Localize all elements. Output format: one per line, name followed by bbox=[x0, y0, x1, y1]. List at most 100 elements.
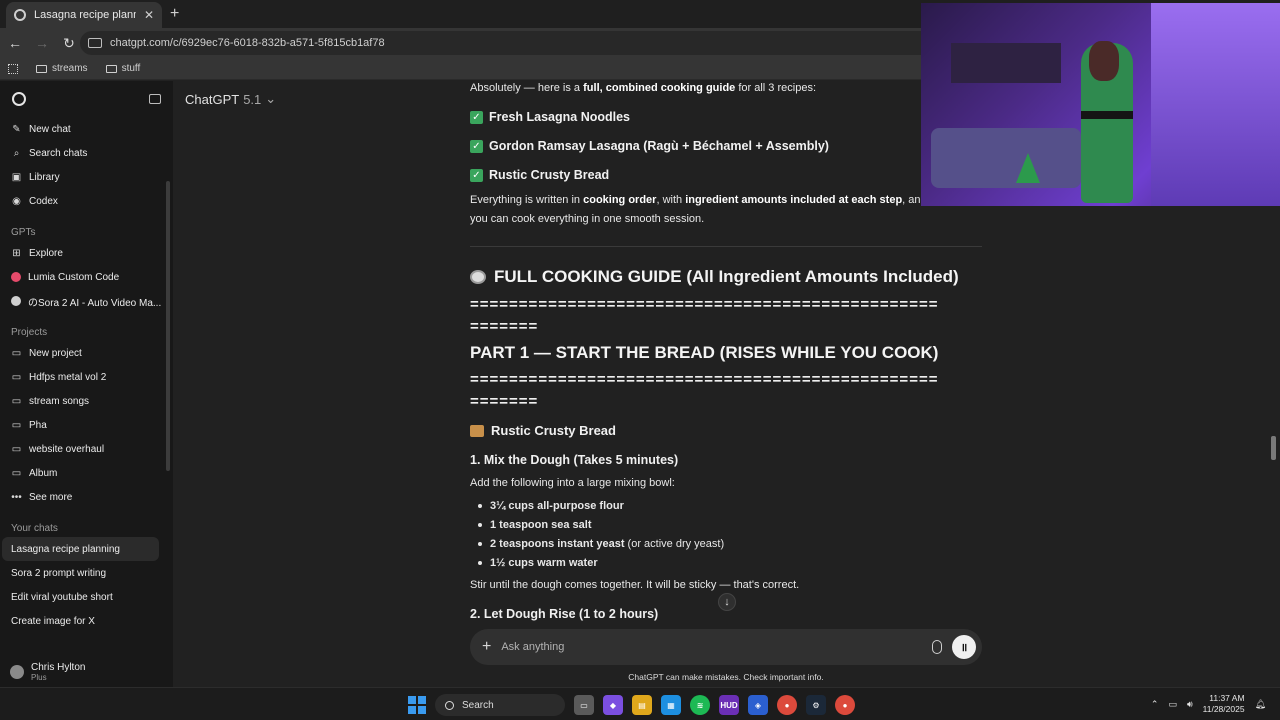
apps-grid-icon[interactable] bbox=[8, 63, 18, 74]
chat-scrollbar-thumb[interactable] bbox=[1271, 436, 1276, 460]
copilot-icon[interactable]: ◆ bbox=[603, 695, 623, 715]
sidebar-scrollbar[interactable] bbox=[166, 181, 170, 471]
codex-icon: ◉ bbox=[12, 195, 21, 207]
chrome-active-icon[interactable]: ● bbox=[835, 695, 855, 715]
step1-intro: Add the following into a large mixing bo… bbox=[470, 477, 675, 489]
forward-icon[interactable]: → bbox=[30, 35, 54, 51]
written-paragraph: Everything is written in cooking order, … bbox=[470, 191, 948, 229]
site-info-icon[interactable] bbox=[88, 38, 102, 48]
steam-icon[interactable]: ⚙ bbox=[806, 695, 826, 715]
notepad-icon[interactable]: ▦ bbox=[661, 695, 681, 715]
sidebar-item-project[interactable]: ▭ Album bbox=[0, 461, 173, 485]
sidebar-item-new-project[interactable]: ▭ New project bbox=[0, 341, 173, 365]
sidebar-item-library[interactable]: ▣ Library bbox=[0, 165, 173, 189]
check-mark-icon: ✓ bbox=[470, 168, 483, 182]
sidebar-item-label: Lasagna recipe planning bbox=[11, 543, 120, 555]
folder-icon: ▭ bbox=[11, 467, 22, 479]
hud-app-icon[interactable]: HUD bbox=[719, 695, 739, 715]
sidebar-item-label: New chat bbox=[29, 123, 71, 135]
sidebar-item-new-chat[interactable]: ✎ New chat bbox=[0, 117, 173, 141]
equals-line: ========================================… bbox=[470, 296, 939, 313]
webcam-person-head bbox=[1089, 41, 1119, 81]
network-icon[interactable]: ▭ bbox=[1168, 699, 1177, 710]
folder-icon: ▭ bbox=[11, 371, 22, 383]
notification-bell-icon[interactable]: 🔔︎ bbox=[1255, 699, 1266, 710]
scroll-to-bottom-button[interactable]: ↓ bbox=[718, 593, 736, 611]
add-attachment-icon[interactable]: + bbox=[482, 638, 491, 656]
package-icon bbox=[470, 424, 484, 437]
spotify-icon[interactable]: ≋ bbox=[690, 695, 710, 715]
bookmark-folder-stuff[interactable]: stuff bbox=[105, 63, 141, 74]
sidebar-item-label: New project bbox=[29, 347, 82, 359]
text-span: Everything is written in bbox=[470, 194, 584, 206]
sidebar-item-see-more[interactable]: ••• See more bbox=[0, 485, 173, 509]
sidebar-item-project[interactable]: ▭ stream songs bbox=[0, 389, 173, 413]
text-span: for all 3 recipes: bbox=[735, 82, 816, 94]
search-icon bbox=[445, 700, 454, 710]
chatgpt-favicon-icon bbox=[14, 9, 26, 21]
sidebar-item-label: Lumia Custom Code bbox=[28, 271, 120, 283]
file-explorer-icon[interactable]: ▤ bbox=[632, 695, 652, 715]
prompt-input[interactable]: Ask anything bbox=[501, 641, 922, 653]
sidebar-chat-item[interactable]: Sora 2 prompt writing bbox=[0, 561, 173, 585]
library-icon: ▣ bbox=[11, 171, 22, 183]
close-tab-icon[interactable]: ✕ bbox=[144, 8, 154, 22]
browser-tab[interactable]: Lasagna recipe planning ✕ bbox=[6, 2, 162, 28]
sidebar-item-project[interactable]: ▭ website overhaul bbox=[0, 437, 173, 461]
composer[interactable]: + Ask anything ॥ bbox=[470, 629, 982, 665]
sidebar: ✎ New chat ⌕ Search chats ▣ Library ◉ Codex … bbox=[0, 81, 173, 687]
taskbar-search[interactable]: Search bbox=[435, 694, 565, 716]
clock-date: 11/28/2025 bbox=[1202, 704, 1245, 714]
sidebar-chat-item[interactable]: Edit viral youtube short bbox=[0, 585, 173, 609]
bold-span: cooking order bbox=[583, 194, 657, 206]
folder-icon: ▭ bbox=[11, 395, 22, 407]
bookmark-folder-streams[interactable]: streams bbox=[36, 63, 88, 74]
model-name: ChatGPT bbox=[185, 91, 240, 107]
clock[interactable]: 11:37 AM 11/28/2025 bbox=[1203, 693, 1245, 715]
windows-start-icon[interactable] bbox=[408, 696, 426, 714]
chevron-up-icon[interactable]: ⌃ bbox=[1151, 699, 1159, 710]
sidebar-item-sora-auto-video[interactable]: のSora 2 AI - Auto Video Ma... bbox=[0, 289, 173, 313]
sidebar-chat-item-active[interactable]: Lasagna recipe planning bbox=[2, 537, 159, 561]
sidebar-item-lumia-custom-code[interactable]: Lumia Custom Code bbox=[0, 265, 173, 289]
equals-line: ======= bbox=[470, 318, 539, 335]
openai-logo-icon[interactable] bbox=[12, 92, 26, 106]
user-profile[interactable]: Chris Hylton Plus bbox=[0, 657, 173, 687]
system-tray: ⌃ ▭ 🔊︎ 11:37 AM 11/28/2025 🔔︎ bbox=[1151, 693, 1266, 715]
sidebar-item-search-chats[interactable]: ⌕ Search chats bbox=[0, 141, 173, 165]
equals-line: ======= bbox=[470, 393, 539, 410]
sidebar-item-project[interactable]: ▭ Pha bbox=[0, 413, 173, 437]
model-selector[interactable]: ChatGPT 5.1 ⌄ bbox=[185, 91, 276, 107]
new-tab-icon[interactable]: + bbox=[170, 5, 179, 23]
address-bar[interactable]: chatgpt.com/c/6929ec76-6018-832b-a571-5f… bbox=[80, 31, 940, 55]
sidebar-item-label: Album bbox=[29, 467, 58, 479]
reload-icon[interactable]: ↻ bbox=[57, 35, 81, 52]
sidebar-item-codex[interactable]: ◉ Codex bbox=[0, 189, 173, 213]
taskbar-search-label: Search bbox=[462, 699, 494, 711]
folder-icon: ▭ bbox=[11, 443, 22, 455]
sidebar-toggle-icon[interactable] bbox=[149, 94, 161, 104]
user-name: Chris Hylton bbox=[31, 662, 86, 673]
divider bbox=[470, 246, 982, 247]
webcam-wall bbox=[1151, 3, 1280, 206]
avatar bbox=[10, 665, 24, 679]
sidebar-item-project[interactable]: ▭ Hdfps metal vol 2 bbox=[0, 365, 173, 389]
text-span: , with bbox=[656, 194, 686, 206]
bookmark-label: stuff bbox=[121, 63, 141, 74]
list-item: 1½ cups warm water bbox=[470, 553, 724, 572]
voice-mode-button[interactable]: ॥ bbox=[952, 635, 976, 659]
app-icon[interactable]: ◈ bbox=[748, 695, 768, 715]
intro-paragraph: Absolutely — here is a full, combined co… bbox=[470, 81, 816, 98]
bread-title: Rustic Crusty Bread bbox=[470, 423, 616, 438]
back-icon[interactable]: ← bbox=[3, 35, 27, 51]
sidebar-item-label: Search chats bbox=[29, 147, 88, 159]
chrome-icon[interactable]: ● bbox=[777, 695, 797, 715]
text-span: you can cook everything in one smooth se… bbox=[470, 213, 705, 225]
volume-icon[interactable]: 🔊︎ bbox=[1187, 699, 1193, 710]
microphone-icon[interactable] bbox=[932, 640, 942, 654]
sidebar-chat-item[interactable]: Create image for X bbox=[0, 609, 173, 633]
sidebar-item-label: Create image for X bbox=[11, 615, 95, 627]
task-view-icon[interactable]: ▭ bbox=[574, 695, 594, 715]
sidebar-item-explore[interactable]: ⊞ Explore bbox=[0, 241, 173, 265]
search-icon: ⌕ bbox=[13, 147, 20, 159]
